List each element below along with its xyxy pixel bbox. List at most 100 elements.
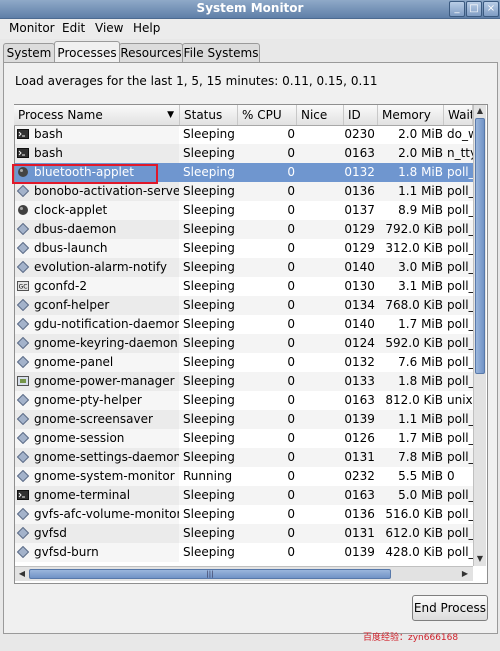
nice-cell: 0 — [344, 298, 352, 312]
status-cell: Sleeping — [183, 184, 235, 198]
table-row[interactable]: GCgconfd-2Sleeping0013023.1 MiBpoll_ — [15, 277, 473, 296]
table-row[interactable]: bonobo-activation-serverSleeping0013661.… — [15, 182, 473, 201]
nice-cell: 0 — [344, 203, 352, 217]
status-cell: Sleeping — [183, 317, 235, 331]
process-name-cell: gnome-panel — [15, 353, 179, 372]
wait-cell: poll_ — [447, 241, 473, 255]
memory-cell: 1.8 MiB — [398, 165, 443, 179]
status-cell: Sleeping — [183, 450, 235, 464]
process-name-cell: gdu-notification-daemon — [15, 315, 179, 334]
table-row[interactable]: evolution-alarm-notifySleeping0014063.0 … — [15, 258, 473, 277]
menu-monitor[interactable]: Monitor — [9, 21, 55, 35]
table-row[interactable]: gnome-pty-helperSleeping001631812.0 KiBu… — [15, 391, 473, 410]
nice-cell: 0 — [344, 127, 352, 141]
table-row[interactable]: gnome-terminalSleeping0016305.0 MiBpoll_ — [15, 486, 473, 505]
nice-cell: 0 — [344, 336, 352, 350]
header-status[interactable]: Status — [180, 105, 238, 125]
table-row[interactable]: dbus-launchSleeping001298312.0 KiBpoll_ — [15, 239, 473, 258]
end-process-button[interactable]: End Process — [412, 595, 488, 621]
header-id[interactable]: ID — [344, 105, 378, 125]
header-wait[interactable]: Wait — [444, 105, 473, 125]
memory-cell: 1.8 MiB — [398, 374, 443, 388]
table-row[interactable]: dbus-daemonSleeping001299792.0 KiBpoll_ — [15, 220, 473, 239]
scroll-left-icon[interactable]: ◀ — [16, 568, 28, 580]
id-cell: 1330 — [352, 374, 375, 388]
status-cell: Sleeping — [183, 374, 235, 388]
status-cell: Sleeping — [183, 355, 235, 369]
table-row[interactable]: gnome-panelSleeping0013287.6 MiBpoll_ — [15, 353, 473, 372]
header-process-name[interactable]: Process Name ▼ — [14, 105, 180, 125]
header-memory[interactable]: Memory — [378, 105, 444, 125]
table-row[interactable]: gnome-system-monitorRunning0023275.5 MiB… — [15, 467, 473, 486]
id-cell: 1632 — [352, 146, 375, 160]
process-name-cell: gvfsd — [15, 524, 179, 543]
header-nice[interactable]: Nice — [297, 105, 344, 125]
table-row[interactable]: gnome-power-managerSleeping0013301.8 MiB… — [15, 372, 473, 391]
process-name-cell: gconfd-2 — [15, 277, 179, 296]
cpu-cell: 0 — [287, 450, 295, 464]
close-icon[interactable]: × — [483, 1, 499, 17]
wait-cell: do_w — [447, 127, 473, 141]
wait-cell: unix — [447, 393, 473, 407]
process-name-cell: evolution-alarm-notify — [15, 258, 179, 277]
menu-view[interactable]: View — [95, 21, 123, 35]
menu-edit[interactable]: Edit — [62, 21, 85, 35]
tab-file-systems[interactable]: File Systems — [182, 43, 260, 63]
status-cell: Sleeping — [183, 393, 235, 407]
scroll-down-icon[interactable]: ▼ — [474, 553, 486, 565]
wait-cell: poll_ — [447, 545, 473, 559]
memory-cell: 1.1 MiB — [398, 184, 443, 198]
process-name-cell: bash — [15, 144, 179, 163]
id-cell: 1406 — [352, 260, 375, 274]
menu-help[interactable]: Help — [133, 21, 160, 35]
horizontal-scrollbar[interactable]: ◀ ||| ▶ — [15, 566, 473, 581]
status-cell: Sleeping — [183, 203, 235, 217]
id-cell: 1342 — [352, 298, 375, 312]
table-row[interactable]: bashSleeping0023012.0 MiBdo_w — [15, 125, 473, 144]
memory-cell: 5.5 MiB — [398, 469, 443, 483]
id-cell: 1260 — [352, 431, 375, 445]
nice-cell: 0 — [344, 450, 352, 464]
cpu-cell: 0 — [287, 488, 295, 502]
status-cell: Sleeping — [183, 165, 235, 179]
id-cell: 1631 — [352, 393, 375, 407]
status-cell: Sleeping — [183, 526, 235, 540]
table-row[interactable]: gnome-keyring-daemonSleeping001242592.0 … — [15, 334, 473, 353]
wait-cell: 0 — [447, 469, 455, 483]
tab-system[interactable]: System — [3, 43, 55, 63]
id-cell: 1366 — [352, 184, 375, 198]
cpu-cell: 0 — [287, 260, 295, 274]
table-row[interactable]: gvfsd-burnSleeping001394428.0 KiBpoll_ — [15, 543, 473, 562]
table-row[interactable]: gnome-screensaverSleeping0013961.1 MiBpo… — [15, 410, 473, 429]
tab-resources[interactable]: Resources — [119, 43, 183, 63]
table-row[interactable]: gconf-helperSleeping001342768.0 KiBpoll_ — [15, 296, 473, 315]
process-name-cell: gnome-pty-helper — [15, 391, 179, 410]
vertical-scroll-thumb[interactable] — [475, 118, 485, 374]
wait-cell: poll_ — [447, 488, 473, 502]
nice-cell: 0 — [344, 355, 352, 369]
tab-processes[interactable]: Processes — [54, 41, 120, 64]
title-bar[interactable]: System Monitor _ □ × — [0, 0, 500, 19]
process-name-cell: gnome-power-manager — [15, 372, 179, 391]
process-name-cell: gnome-system-monitor — [15, 467, 179, 486]
header-cpu[interactable]: % CPU — [238, 105, 297, 125]
nice-cell: 0 — [344, 393, 352, 407]
cpu-cell: 0 — [287, 336, 295, 350]
window-title: System Monitor — [196, 1, 304, 15]
cpu-cell: 0 — [287, 507, 295, 521]
table-row[interactable]: gnome-settings-daemonSleeping0013167.8 M… — [15, 448, 473, 467]
table-row[interactable]: gvfsdSleeping001318612.0 KiBpoll_ — [15, 524, 473, 543]
minimize-icon[interactable]: _ — [449, 1, 465, 17]
nice-cell: 0 — [344, 279, 352, 293]
table-row[interactable]: gnome-sessionSleeping0012601.7 MiBpoll_ — [15, 429, 473, 448]
table-row[interactable]: gdu-notification-daemonSleeping0014021.7… — [15, 315, 473, 334]
horizontal-scroll-thumb[interactable]: ||| — [29, 569, 391, 579]
maximize-icon[interactable]: □ — [466, 1, 482, 17]
table-row[interactable]: bashSleeping0016322.0 MiBn_tty — [15, 144, 473, 163]
table-row[interactable]: clock-appletSleeping0013728.9 MiBpoll_ — [15, 201, 473, 220]
scroll-right-icon[interactable]: ▶ — [459, 568, 471, 580]
scroll-up-icon[interactable]: ▲ — [474, 105, 486, 117]
vertical-scrollbar[interactable]: ▲ ▼ — [473, 105, 486, 566]
memory-cell: 2.0 MiB — [398, 127, 443, 141]
table-row[interactable]: gvfs-afc-volume-monitorSleeping001361516… — [15, 505, 473, 524]
